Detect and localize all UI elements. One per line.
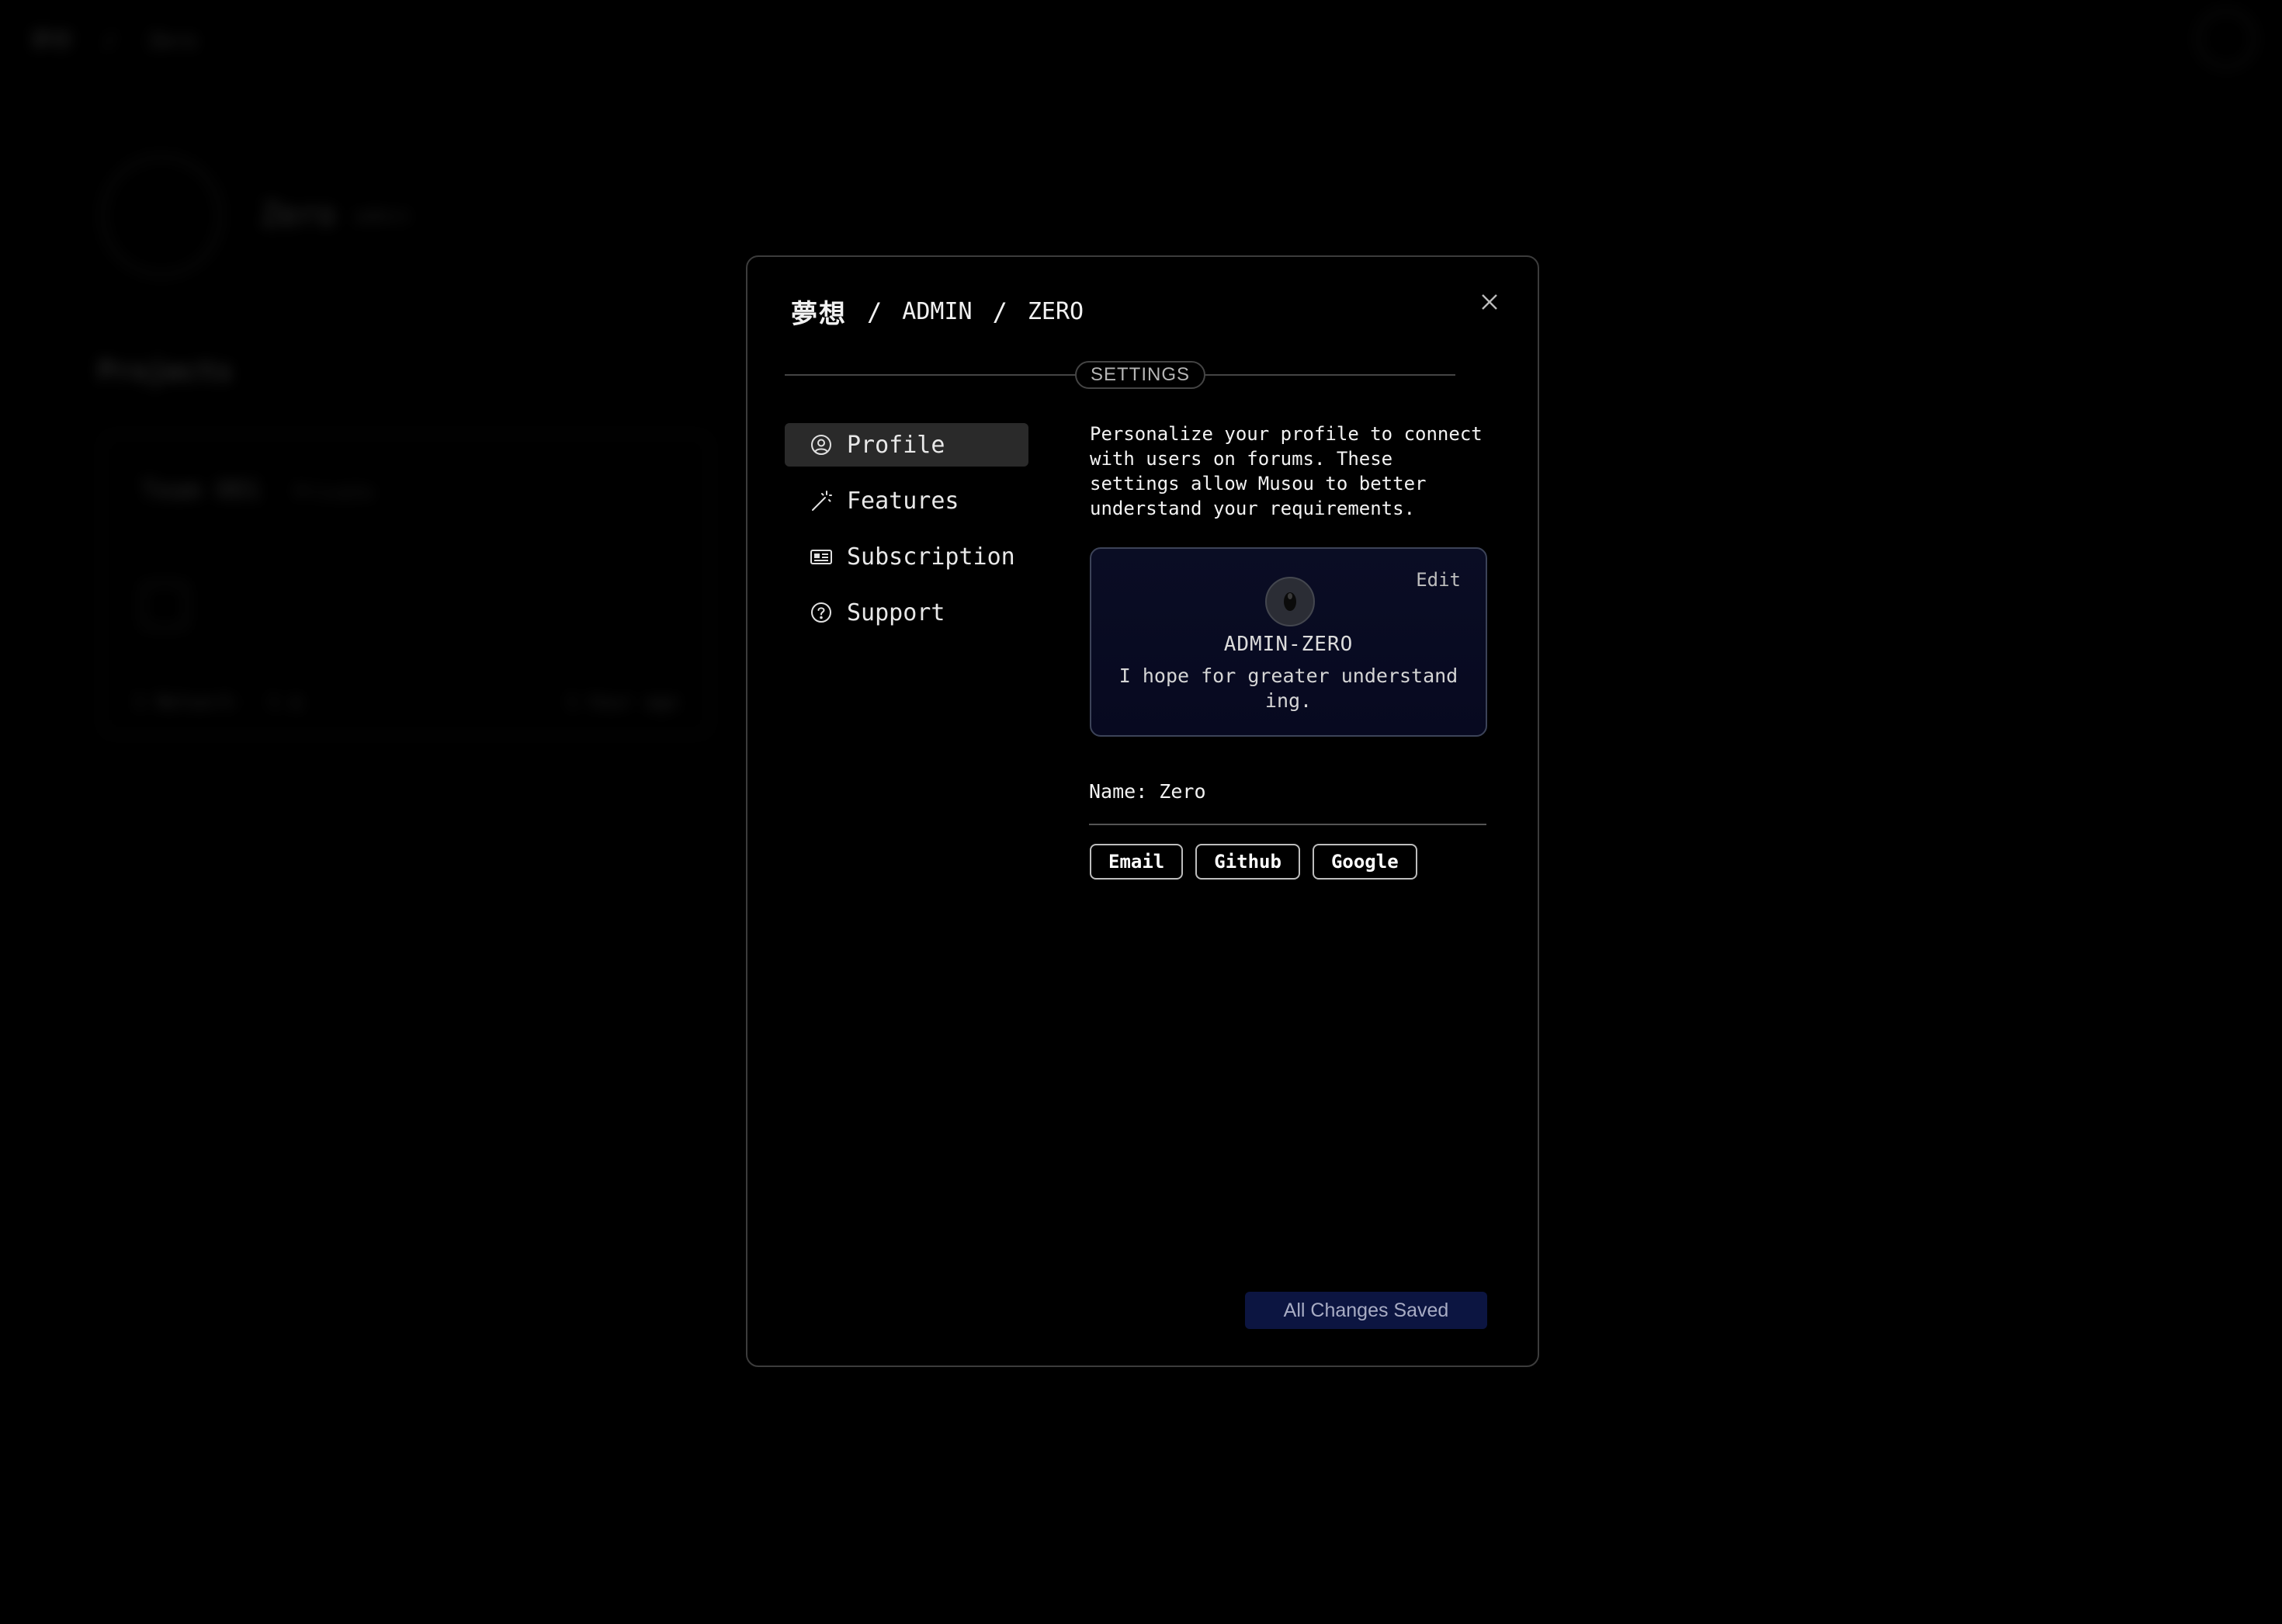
background-user-badge: admin (354, 205, 411, 227)
nav-item-features[interactable]: Features (785, 479, 1028, 522)
name-field: Name: Zero (1089, 780, 1206, 803)
close-icon (1482, 294, 1497, 310)
background-breadcrumb-separator: / (103, 29, 116, 53)
background-profile-avatar (101, 155, 222, 276)
breadcrumb-separator: / (867, 297, 883, 327)
background-project-badge: Private (294, 481, 373, 503)
background-project-footer-left: 1 Network · 1 ∆ (134, 691, 302, 713)
name-divider (1089, 824, 1486, 825)
settings-modal: 夢想 / ADMIN / ZERO SETTINGS Profile Featu… (746, 255, 1539, 1367)
profile-panel: Personalize your profile to connect with… (1090, 422, 1487, 521)
background-breadcrumb-user: Zero (147, 29, 197, 53)
nav-item-label: Features (847, 487, 959, 515)
user-circle-icon (810, 433, 833, 456)
breadcrumb-separator: / (992, 297, 1007, 327)
breadcrumb-admin[interactable]: ADMIN (902, 298, 972, 325)
background-breadcrumb-brand: 夢想 (31, 29, 72, 53)
background-project-footer-right: 1 hour ago (566, 691, 679, 713)
settings-nav: Profile Features Subscription Support (785, 423, 1028, 647)
brand-logo[interactable]: 夢想 (791, 293, 847, 331)
nav-item-label: Support (847, 599, 945, 626)
profile-handle: ADMIN-ZERO (1223, 633, 1354, 656)
background-user-avatar (2197, 9, 2256, 68)
background-project-card: Team 001 Private 1 Network · 1 ∆ 1 hour … (101, 433, 711, 736)
question-circle-icon (810, 601, 833, 624)
background-projects-heading: Projects (98, 356, 233, 387)
nav-item-label: Subscription (847, 543, 1015, 571)
profile-card: Edit ADMIN-ZERO I hope for greater under… (1090, 547, 1487, 737)
profile-intro-text: Personalize your profile to connect with… (1090, 423, 1483, 519)
save-status-badge: All Changes Saved (1245, 1292, 1487, 1329)
google-auth-button[interactable]: Google (1312, 844, 1417, 880)
card-icon (810, 545, 833, 568)
auth-providers: Email Github Google (1090, 844, 1417, 880)
background-project-title: Team 001 Private (141, 475, 373, 505)
app-page: 夢想 / Zero Zero admin Projects Team 001 P… (0, 0, 2282, 1624)
edit-profile-button[interactable]: Edit (1416, 569, 1461, 591)
background-project-icon (141, 582, 188, 629)
profile-bio: I hope for greater understanding. (1118, 665, 1458, 712)
close-button[interactable] (1471, 283, 1508, 321)
background-project-footer: 1 Network · 1 ∆ 1 hour ago (134, 691, 678, 713)
modal-breadcrumb: 夢想 / ADMIN / ZERO (791, 293, 1084, 331)
breadcrumb-zero[interactable]: ZERO (1028, 298, 1084, 325)
magic-wand-icon (810, 489, 833, 512)
nav-item-profile[interactable]: Profile (785, 423, 1028, 467)
background-breadcrumb: 夢想 / Zero (31, 25, 217, 54)
background-project-title-text: Team 001 (141, 475, 262, 505)
github-auth-button[interactable]: Github (1195, 844, 1300, 880)
background-user-name: Zero (261, 197, 336, 233)
email-auth-button[interactable]: Email (1090, 844, 1184, 880)
avatar (1265, 577, 1315, 626)
nav-item-subscription[interactable]: Subscription (785, 535, 1028, 578)
nav-item-support[interactable]: Support (785, 591, 1028, 634)
nav-item-label: Profile (847, 431, 945, 459)
avatar-silhouette-icon (1284, 592, 1296, 611)
section-label: SETTINGS (1075, 361, 1206, 389)
